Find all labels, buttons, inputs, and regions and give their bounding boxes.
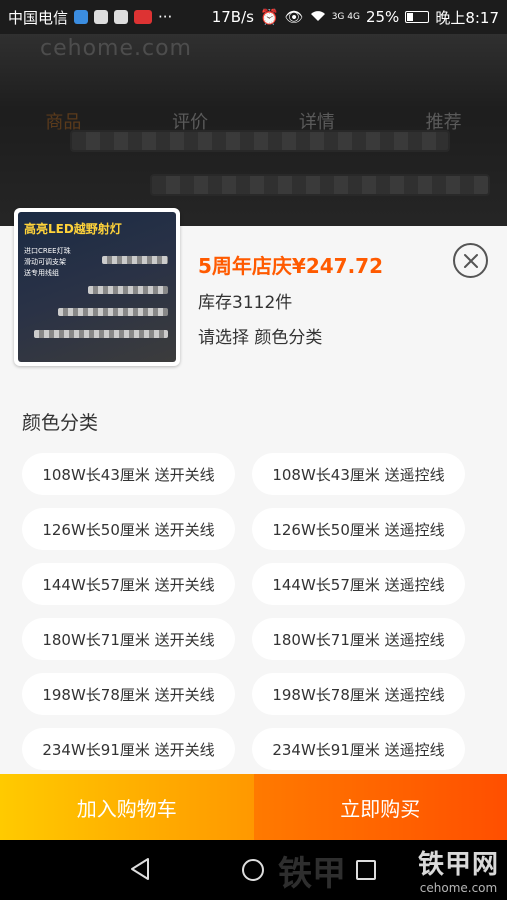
lightbar-image (34, 330, 168, 338)
carrier-label: 中国电信 (8, 8, 69, 27)
app-notification-icon (74, 10, 89, 24)
variant-option[interactable]: 198W长78厘米 送开关线 (22, 673, 235, 715)
battery-icon (405, 11, 430, 23)
lightbar-image (88, 286, 168, 294)
variant-option[interactable]: 144W长57厘米 送遥控线 (252, 563, 465, 605)
variant-option[interactable]: 126W长50厘米 送开关线 (22, 508, 235, 550)
variant-option[interactable]: 108W长43厘米 送遥控线 (252, 453, 465, 495)
qq-icon (94, 10, 109, 24)
status-bar: 中国电信 ··· 17B/s ⏰ 👁 3G 4G 25% 晚上8:17 (0, 0, 507, 34)
variant-options: 108W长43厘米 送开关线 108W长43厘米 送遥控线 126W长50厘米 … (22, 453, 487, 770)
thumbnail-bullets: 进口CREE灯珠 滑动可调支架 送专用线组 (24, 246, 71, 279)
more-notifications-icon: ··· (158, 8, 173, 26)
watermark-logo: 铁甲网 cehome.com (418, 844, 499, 895)
color-category-title: 颜色分类 (22, 412, 99, 434)
news-icon (134, 10, 153, 24)
stock-label: 库存3112件 (198, 293, 293, 313)
taobao-icon (114, 10, 129, 24)
background-product-page: cehome.com 商品 评价 详情 推荐 (0, 34, 507, 226)
variant-option[interactable]: 234W长91厘米 送开关线 (22, 728, 235, 770)
buy-now-button[interactable]: 立即购买 (253, 774, 507, 840)
close-button[interactable] (453, 243, 488, 278)
eye-comfort-icon: 👁 (284, 8, 304, 26)
variant-option[interactable]: 198W长78厘米 送遥控线 (252, 673, 465, 715)
thumbnail-bullet: 进口CREE灯珠 (24, 247, 71, 255)
recent-apps-icon[interactable] (356, 860, 376, 880)
thumbnail-bullet: 送专用线组 (24, 269, 59, 277)
thumbnail-title: 高亮LED越野射灯 (24, 222, 122, 236)
wifi-icon (310, 8, 326, 26)
variant-option[interactable]: 180W长71厘米 送遥控线 (252, 618, 465, 660)
clock: 晚上8:17 (435, 8, 499, 27)
watermark-cn: 铁甲网 (417, 850, 499, 880)
price-label: 5周年店庆¥247.72 (198, 254, 384, 278)
watermark-en: cehome.com (419, 881, 498, 895)
navigation-bar: 铁甲 铁甲网 cehome.com (0, 840, 507, 900)
sku-selection-sheet: 高亮LED越野射灯 进口CREE灯珠 滑动可调支架 送专用线组 5周年店庆¥24… (0, 208, 507, 840)
close-icon (463, 253, 478, 268)
product-thumbnail: 高亮LED越野射灯 进口CREE灯珠 滑动可调支架 送专用线组 (14, 208, 180, 366)
variant-option[interactable]: 234W长91厘米 送遥控线 (252, 728, 465, 770)
modal-backdrop[interactable] (0, 34, 507, 226)
variant-option[interactable]: 108W长43厘米 送开关线 (22, 453, 235, 495)
battery-percent: 25% (365, 8, 400, 26)
add-to-cart-button[interactable]: 加入购物车 (0, 774, 254, 840)
watermark-ghost: 铁甲 (278, 854, 346, 894)
lightbar-image (102, 256, 168, 264)
home-icon[interactable] (242, 859, 264, 881)
signal-label: 3G 4G (331, 12, 360, 22)
thumbnail-bullet: 滑动可调支架 (24, 258, 66, 266)
network-speed: 17B/s (211, 8, 254, 26)
variant-option[interactable]: 180W长71厘米 送开关线 (22, 618, 235, 660)
selection-hint: 请选择 颜色分类 (198, 328, 323, 348)
action-bar: 加入购物车 立即购买 (0, 774, 507, 840)
variant-option[interactable]: 144W长57厘米 送开关线 (22, 563, 235, 605)
back-icon[interactable] (128, 856, 152, 882)
alarm-icon: ⏰ (259, 8, 279, 26)
lightbar-image (58, 308, 168, 316)
variant-option[interactable]: 126W长50厘米 送遥控线 (252, 508, 465, 550)
